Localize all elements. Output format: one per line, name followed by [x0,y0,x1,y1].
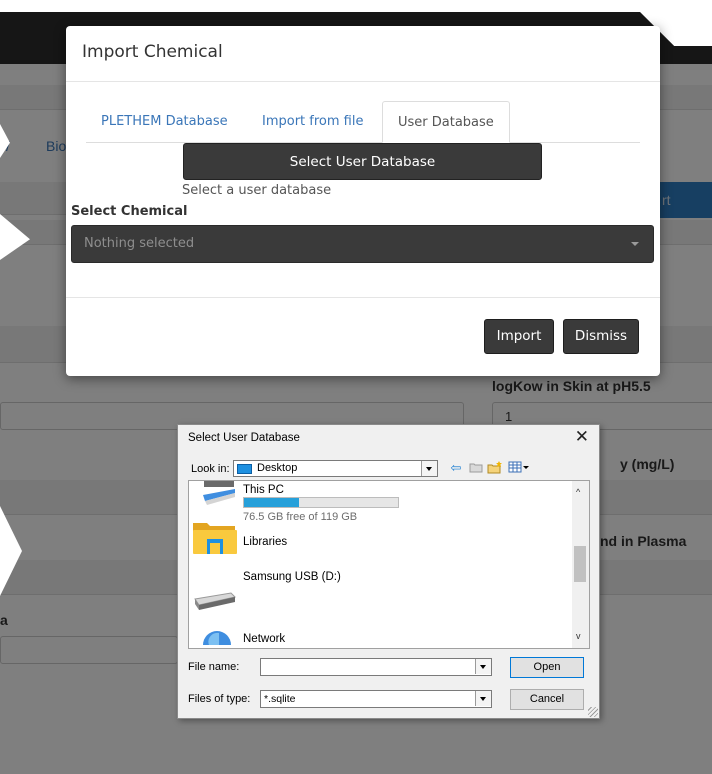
look-in-label: Look in: [191,463,230,475]
top-edge [0,0,712,12]
tab-user-database[interactable]: User Database [382,101,510,143]
usb-space-fill [244,498,299,507]
network-icon [203,631,231,645]
file-dialog-title: Select User Database [188,432,300,444]
resize-grip[interactable] [588,707,598,717]
list-item-label: Libraries [243,536,288,548]
tab-plethem-database[interactable]: PLETHEM Database [86,101,243,141]
import-chemical-modal: Import Chemical PLETHEM Database Import … [66,26,660,376]
divider [66,81,660,82]
import-button[interactable]: Import [484,319,554,354]
chevron-down-icon[interactable] [475,659,491,674]
file-type-value: *.sqlite [264,693,296,705]
usb-space-bar [243,497,399,508]
chevron-down-icon [631,242,639,246]
chevron-down-icon[interactable] [475,691,491,706]
list-item-label: Samsung USB (D:) [243,571,341,583]
scroll-down-icon[interactable]: v [576,631,581,641]
file-name-label: File name: [188,661,240,673]
computer-icon [203,481,235,505]
import-tabs: PLETHEM Database Import from file User D… [86,101,640,143]
list-item-label: This PC [243,484,284,496]
file-dialog: Select User Database ✕ Look in: Desktop … [177,424,600,719]
select-db-help-text: Select a user database [182,183,332,198]
new-folder-icon[interactable] [487,461,503,475]
tab-import-from-file[interactable]: Import from file [247,101,378,141]
scrollbar-thumb[interactable] [574,546,586,582]
look-in-dropdown[interactable]: Desktop [233,460,438,477]
dismiss-button[interactable]: Dismiss [563,319,639,354]
view-menu-icon[interactable] [508,461,530,475]
list-item-label: Network [243,633,286,645]
file-type-dropdown[interactable]: *.sqlite [260,690,492,708]
file-list[interactable]: This PC Libraries Samsung USB (D:) 76.5 … [188,480,590,649]
open-button[interactable]: Open [510,657,584,678]
back-arrow-icon[interactable]: ⇦ [448,461,464,475]
up-folder-icon[interactable] [468,461,484,475]
chevron-down-icon[interactable] [421,461,437,476]
select-chemical-placeholder: Nothing selected [84,236,195,251]
select-chemical-dropdown[interactable]: Nothing selected [71,225,654,263]
usb-free-space-text: 76.5 GB free of 119 GB [243,511,358,523]
divider [66,297,660,298]
look-in-value: Desktop [257,462,298,474]
file-type-label: Files of type: [188,693,251,705]
usb-drive-icon [194,592,236,610]
list-item-libraries[interactable]: Libraries [189,519,573,557]
cancel-button[interactable]: Cancel [510,689,584,710]
libraries-folder-icon [193,523,237,554]
select-chemical-label: Select Chemical [71,204,188,219]
close-icon[interactable]: ✕ [575,427,589,447]
file-name-input[interactable] [260,658,492,676]
list-scrollbar[interactable]: ^ v [572,481,589,648]
list-item-usb-drive[interactable]: Samsung USB (D:) [189,571,573,621]
scroll-up-icon[interactable]: ^ [576,487,580,497]
desktop-icon [237,464,252,474]
modal-title: Import Chemical [82,42,223,62]
select-user-database-button[interactable]: Select User Database [183,143,542,180]
list-item-network[interactable]: Network [189,621,573,648]
